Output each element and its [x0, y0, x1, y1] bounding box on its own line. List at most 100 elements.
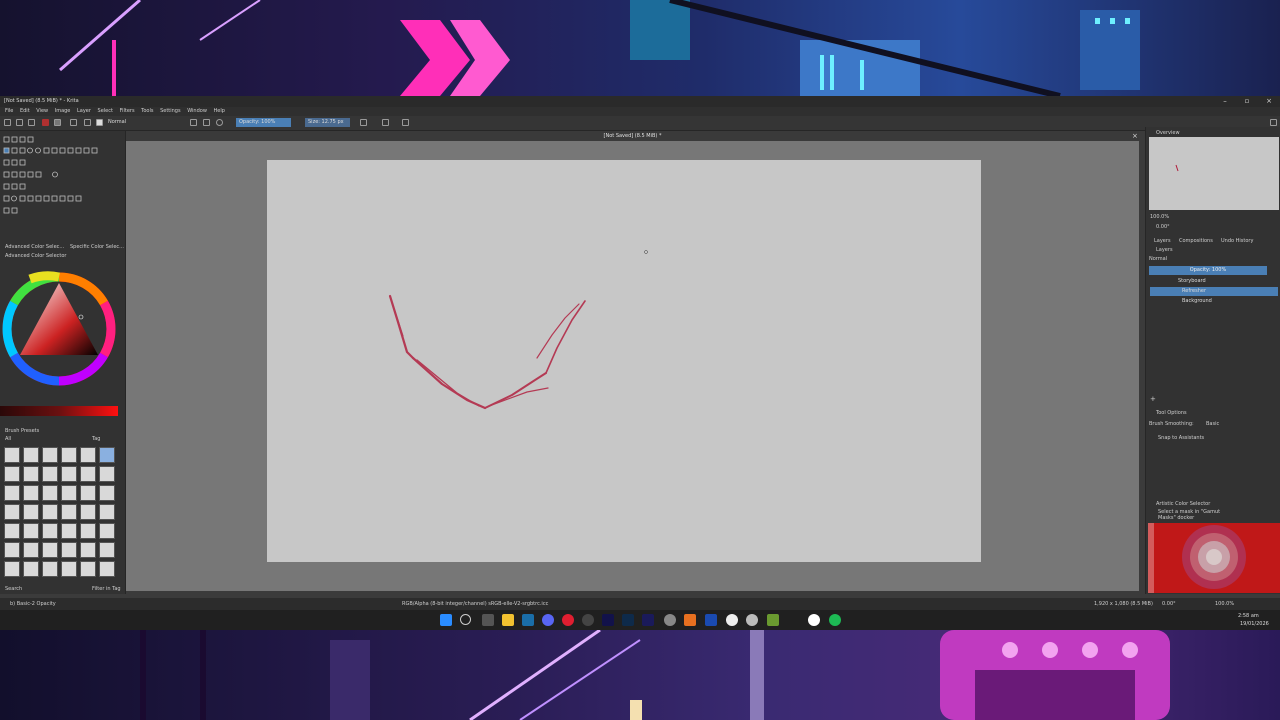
reload-preset-icon[interactable] — [216, 119, 223, 126]
brush-preset-icon[interactable] — [84, 119, 91, 126]
brush-preset-item[interactable] — [4, 542, 20, 558]
brush-preset-item[interactable] — [80, 504, 96, 520]
brush-preset-item[interactable] — [99, 504, 115, 520]
brush-preset-item[interactable] — [4, 561, 20, 577]
artistic-color-panel[interactable] — [1148, 523, 1280, 593]
wrap-around-icon[interactable] — [402, 119, 409, 126]
size-slider[interactable]: Size: 12.75 px — [305, 118, 350, 127]
brush-preset-item[interactable] — [61, 561, 77, 577]
brush-preset-item[interactable] — [42, 447, 58, 463]
layer-storyboard[interactable]: Storyboard — [1150, 277, 1278, 286]
brush-preset-item[interactable] — [23, 542, 39, 558]
brush-preset-item[interactable] — [99, 485, 115, 501]
brush-preset-item[interactable] — [61, 523, 77, 539]
brush-preset-item[interactable] — [42, 542, 58, 558]
eraser-mode-icon[interactable] — [190, 119, 197, 126]
menu-tools[interactable]: Tools — [141, 107, 153, 116]
chrome-icon[interactable] — [664, 614, 676, 626]
brush-preset-item[interactable] — [99, 542, 115, 558]
brush-preset-item[interactable] — [4, 485, 20, 501]
save-document-icon[interactable] — [28, 119, 35, 126]
brush-preset-item[interactable] — [4, 466, 20, 482]
brush-preset-item[interactable] — [23, 466, 39, 482]
brush-preset-item[interactable] — [42, 466, 58, 482]
brush-preset-item[interactable] — [23, 523, 39, 539]
brush-preset-item[interactable] — [61, 466, 77, 482]
edit-brush-icon[interactable] — [70, 119, 77, 126]
file-explorer-icon[interactable] — [502, 614, 514, 626]
document-tab[interactable]: [Not Saved] (8.5 MiB) * — [126, 131, 1139, 141]
minimize-button[interactable]: – — [1214, 96, 1236, 107]
workspace-icon[interactable] — [1270, 119, 1277, 126]
maximize-button[interactable]: ▫ — [1236, 96, 1258, 107]
brush-preset-item[interactable] — [99, 466, 115, 482]
menu-image[interactable]: Image — [55, 107, 71, 116]
brush-preset-item[interactable] — [80, 466, 96, 482]
brush-preset-item[interactable] — [23, 447, 39, 463]
menu-file[interactable]: File — [5, 107, 13, 116]
brush-preset-item[interactable] — [80, 485, 96, 501]
preserve-alpha-icon[interactable] — [203, 119, 210, 126]
app-icon-s[interactable] — [705, 614, 717, 626]
brush-preset-item[interactable] — [80, 447, 96, 463]
unity-icon[interactable] — [726, 614, 738, 626]
brush-preset-item[interactable] — [80, 523, 96, 539]
pattern-icon[interactable] — [54, 119, 61, 126]
taskbar-date[interactable]: 19/01/2026 — [1240, 621, 1269, 627]
mirror-horizontal-icon[interactable] — [360, 119, 367, 126]
start-menu-icon[interactable] — [440, 614, 452, 626]
brush-search-input[interactable]: Search — [5, 586, 22, 592]
layer-refresher[interactable]: Refresher — [1150, 287, 1278, 296]
brush-preset-item[interactable] — [80, 561, 96, 577]
brush-preset-item[interactable] — [4, 523, 20, 539]
color-history-strip[interactable] — [0, 406, 118, 416]
overview-rotation[interactable]: 0.00° — [1156, 224, 1170, 230]
brush-preset-item[interactable] — [23, 561, 39, 577]
brush-preset-item[interactable] — [42, 523, 58, 539]
open-document-icon[interactable] — [16, 119, 23, 126]
brush-preset-item[interactable] — [61, 542, 77, 558]
menu-view[interactable]: View — [36, 107, 48, 116]
menu-help[interactable]: Help — [214, 107, 225, 116]
brush-preset-item[interactable] — [42, 485, 58, 501]
obs-icon[interactable] — [746, 614, 758, 626]
brush-preset-item[interactable] — [61, 447, 77, 463]
new-document-icon[interactable] — [4, 119, 11, 126]
task-view-icon[interactable] — [482, 614, 494, 626]
brush-preset-item[interactable] — [99, 523, 115, 539]
layer-background[interactable]: Background — [1150, 297, 1278, 306]
spotify-icon[interactable] — [829, 614, 841, 626]
brush-preset-item[interactable] — [61, 504, 77, 520]
tab-specific-color-selector[interactable]: Specific Color Selec... — [70, 244, 124, 250]
taskbar-time[interactable]: 2:58 am — [1238, 613, 1259, 619]
menu-filters[interactable]: Filters — [120, 107, 135, 116]
add-layer-icon[interactable]: + — [1150, 395, 1156, 403]
after-effects-icon[interactable] — [642, 614, 654, 626]
brush-preset-item[interactable] — [61, 485, 77, 501]
brush-preset-item[interactable] — [80, 542, 96, 558]
brush-smoothing-select[interactable]: Basic — [1206, 421, 1219, 427]
menu-window[interactable]: Window — [187, 107, 207, 116]
layer-blend-mode-select[interactable]: Normal — [1149, 256, 1167, 262]
brush-preset-item[interactable] — [4, 504, 20, 520]
brush-preset-item[interactable] — [23, 504, 39, 520]
status-zoom[interactable]: 100.0% — [1215, 598, 1234, 610]
blender-icon[interactable] — [684, 614, 696, 626]
canvas-paper[interactable] — [267, 160, 981, 562]
tab-advanced-color-selector[interactable]: Advanced Color Selec... — [5, 244, 64, 250]
brush-preset-item[interactable] — [99, 447, 115, 463]
brush-preset-item[interactable] — [42, 504, 58, 520]
brush-preset-item[interactable] — [99, 561, 115, 577]
search-icon[interactable] — [460, 614, 471, 625]
discord-icon[interactable] — [542, 614, 554, 626]
brush-filter-select[interactable]: All — [5, 436, 11, 442]
menu-layer[interactable]: Layer — [77, 107, 91, 116]
filter-in-tag-checkbox[interactable]: Filter in Tag — [92, 586, 121, 592]
opacity-slider[interactable]: Opacity: 100% — [236, 118, 291, 127]
blend-mode-select[interactable]: Normal — [105, 118, 185, 127]
brush-editor-icon[interactable] — [96, 119, 103, 126]
brush-preset-item[interactable] — [42, 561, 58, 577]
mirror-vertical-icon[interactable] — [382, 119, 389, 126]
tab-undo-history[interactable]: Undo History — [1221, 238, 1253, 244]
photoshop-icon[interactable] — [622, 614, 634, 626]
